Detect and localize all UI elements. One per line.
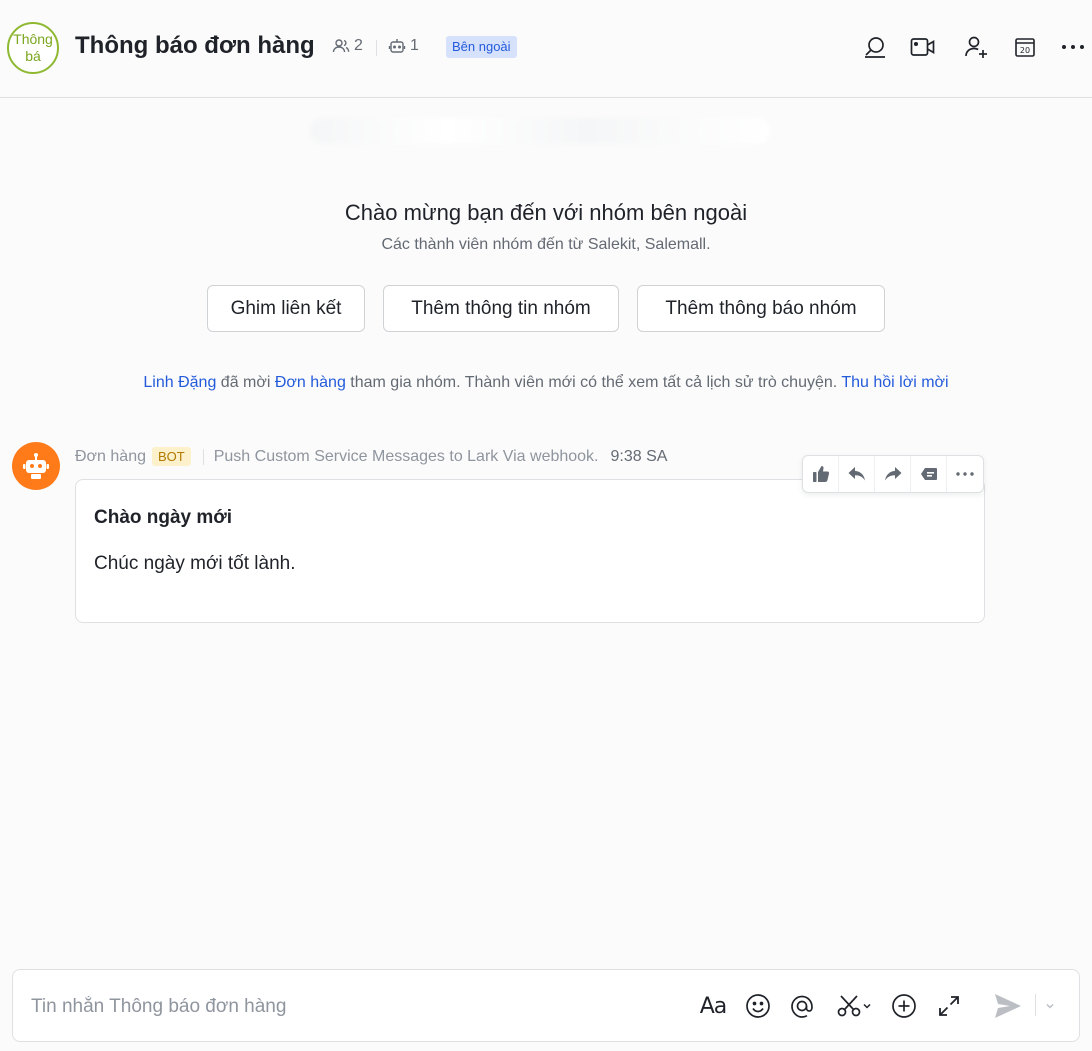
reply-button[interactable] [839,456,875,492]
add-group-info-button[interactable]: Thêm thông tin nhóm [383,285,619,332]
at-sign-icon [791,995,813,1018]
bot-avatar[interactable] [12,442,60,490]
send-options-button[interactable] [1041,992,1059,1020]
meta-divider [202,448,204,465]
bot-avatar-icon [23,453,49,479]
send-divider [1035,994,1036,1016]
screenshot-button[interactable] [833,992,875,1020]
message-meta: Đơn hàng BOT Push Custom Service Message… [75,447,667,466]
add-member-button[interactable] [963,34,989,60]
message-more-button[interactable] [947,456,983,492]
meta-divider [376,40,377,56]
welcome-title: Chào mừng bạn đến với nhóm bên ngoài [344,200,748,225]
add-user-icon [965,36,987,58]
message-composer: Aa [12,969,1080,1042]
video-icon [910,38,935,56]
scissors-icon [837,995,861,1017]
search-chat-button[interactable] [862,34,888,60]
expand-icon [939,996,959,1016]
external-badge: Bên ngoài [446,36,517,58]
emoji-icon [746,994,770,1018]
welcome-subtitle: Các thành viên nhóm đến từ Salekit, Sale… [381,236,711,253]
invitee-link[interactable]: Đơn hàng [275,374,346,391]
reaction-button[interactable] [803,456,839,492]
send-button[interactable] [993,992,1023,1020]
plus-circle-icon [892,994,916,1018]
member-count[interactable]: 2 [332,37,363,55]
mention-button[interactable] [788,992,816,1020]
thumbs-up-icon [812,466,829,482]
add-attachment-button[interactable] [890,992,918,1020]
message-input[interactable] [31,992,681,1022]
svg-text:20: 20 [1020,46,1030,55]
forward-button[interactable] [875,456,911,492]
bot-badge: BOT [151,447,191,466]
chevron-down-icon [1046,1003,1054,1009]
more-icon [1062,45,1084,49]
blurred-notice [310,118,770,144]
system-message: Linh Đặng đã mời Đơn hàng tham gia nhóm.… [143,374,949,391]
message-time: 9:38 SA [610,447,668,465]
bot-count[interactable]: 1 [388,37,419,55]
group-avatar[interactable]: Thông bá [7,22,59,74]
reply-icon [848,467,865,481]
search-icon [865,37,885,58]
message-source: Push Custom Service Messages to Lark Via… [213,447,599,465]
send-icon [995,994,1021,1018]
group-title[interactable]: Thông báo đơn hàng [75,32,315,60]
emoji-button[interactable] [744,992,772,1020]
robot-icon [388,39,406,53]
revoke-invite-link[interactable]: Thu hồi lời mời [841,374,948,391]
card-title: Chào ngày mới [94,507,233,528]
calendar-icon: 20 [1015,38,1035,57]
chat-header: Thông bá Thông báo đơn hàng 2 1 Bên ngoà… [0,0,1092,98]
card-text: Chúc ngày mới tốt lành. [94,553,296,574]
forward-icon [884,467,901,481]
members-icon [332,39,350,53]
chevron-down-icon [863,1003,871,1009]
message-toolbar [802,455,984,493]
add-group-announcement-button[interactable]: Thêm thông báo nhóm [637,285,885,332]
text-format-icon: Aa [699,993,728,1019]
video-call-button[interactable] [910,34,936,60]
inviter-link[interactable]: Linh Đặng [143,374,216,391]
more-icon [956,472,974,476]
more-options-button[interactable] [1060,34,1086,60]
quote-icon [920,468,937,480]
text-format-button[interactable]: Aa [699,992,728,1020]
calendar-button[interactable]: 20 [1012,34,1038,60]
quote-reply-button[interactable] [911,456,947,492]
message-card[interactable]: Chào ngày mới Chúc ngày mới tốt lành. [75,479,985,623]
expand-editor-button[interactable] [935,992,963,1020]
pin-link-button[interactable]: Ghim liên kết [207,285,365,332]
sender-name[interactable]: Đơn hàng [75,448,146,466]
